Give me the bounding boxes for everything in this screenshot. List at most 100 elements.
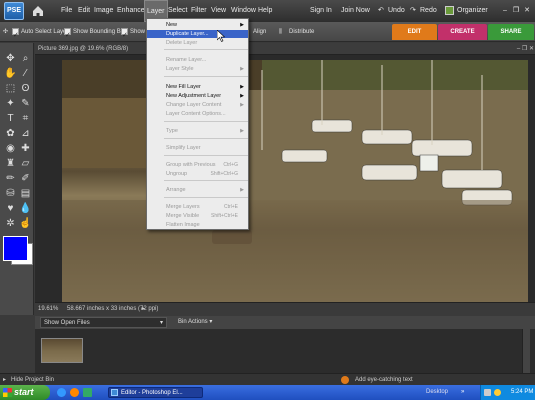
options-tool-icon[interactable]: ✣	[3, 22, 8, 42]
menu-item-merge-layers[interactable]: Merge Layers Ctrl+E	[147, 203, 248, 211]
clock: 5:24 PM	[511, 389, 534, 395]
restore-icon[interactable]: ❐	[511, 0, 521, 22]
marquee-tool-icon[interactable]: ⬚	[4, 82, 17, 95]
auto-select-checkbox[interactable]: Auto Select Layer	[12, 22, 69, 46]
selection-brush-tool-icon[interactable]: ✎	[19, 97, 32, 110]
submenu-arrow-icon: ▶	[240, 102, 244, 108]
ie-quicklaunch-icon[interactable]	[57, 388, 66, 397]
straighten-tool-icon[interactable]: ⊿	[19, 127, 32, 140]
foreground-color-swatch[interactable]	[3, 236, 28, 261]
menu-item-flatten-image[interactable]: Flatten Image	[147, 221, 248, 229]
menu-item-group-with-previous[interactable]: Group with Previous Ctrl+G	[147, 161, 248, 169]
join-now-link[interactable]: Join Now	[341, 0, 370, 22]
menu-item-arrange[interactable]: Arrange ▶	[147, 186, 248, 194]
photo-thumbnail[interactable]	[41, 338, 83, 363]
document-title: Picture 369.jpg @ 19.6% (RGB/8)	[38, 46, 129, 52]
menu-item-rename-layer[interactable]: Rename Layer...	[147, 56, 248, 64]
eraser-tool-icon[interactable]: ▱	[19, 157, 32, 170]
show-files-dropdown[interactable]: Show Open Files ▾	[40, 317, 167, 328]
menu-item-layer-content-options[interactable]: Layer Content Options...	[147, 110, 248, 118]
red-eye-tool-icon[interactable]: ◉	[4, 142, 17, 155]
bin-actions-button[interactable]: Bin Actions ▾	[178, 316, 212, 329]
windows-logo-icon	[3, 388, 12, 397]
menu-separator	[164, 180, 248, 181]
menu-item-new-fill-layer[interactable]: New Fill Layer ▶	[147, 83, 248, 91]
cookie-cutter-tool-icon[interactable]: ✿	[4, 127, 17, 140]
system-tray: 5:24 PM	[480, 385, 535, 400]
zoom-tool-icon[interactable]: ⌕	[19, 52, 32, 65]
menu-item-delete-layer[interactable]: Delete Layer	[147, 39, 248, 47]
redo-icon[interactable]: ↷	[410, 0, 416, 22]
menu-file[interactable]: File	[61, 0, 72, 22]
shape-tool-icon[interactable]: ♥	[4, 202, 17, 215]
taskbar-item-editor[interactable]: Editor - Photoshop El...	[108, 387, 203, 398]
menu-enhance[interactable]: Enhance	[117, 0, 145, 22]
desktop-toolbar-arrow-icon[interactable]: »	[461, 385, 464, 400]
menu-item-change-layer-content[interactable]: Change Layer Content ▶	[147, 101, 248, 109]
eyedropper-tool-icon[interactable]: ⁄	[19, 67, 32, 80]
gradient-tool-icon[interactable]: ▤	[19, 187, 32, 200]
tab-create[interactable]: CREATE	[438, 24, 487, 40]
desktop-toolbar[interactable]: Desktop	[426, 385, 448, 400]
harbor-photo[interactable]	[62, 60, 528, 302]
menu-item-simplify-layer[interactable]: Simplify Layer	[147, 144, 248, 152]
magic-wand-tool-icon[interactable]: ✦	[4, 97, 17, 110]
menu-help[interactable]: Help	[258, 0, 272, 22]
close-icon[interactable]: ✕	[522, 0, 532, 22]
menu-item-duplicate-layer[interactable]: Duplicate Layer...	[147, 30, 248, 38]
home-icon[interactable]	[31, 4, 45, 18]
network-tray-icon[interactable]	[484, 389, 491, 396]
info-arrow-icon[interactable]: ▸	[142, 303, 145, 315]
paint-bucket-tool-icon[interactable]: ⛁	[4, 187, 17, 200]
menu-item-layer-style[interactable]: Layer Style ▶	[147, 65, 248, 73]
lasso-tool-icon[interactable]: ʘ	[19, 82, 32, 95]
pencil-tool-icon[interactable]: ✏	[4, 172, 17, 185]
smudge-tool-icon[interactable]: ☝	[19, 217, 32, 230]
tab-share[interactable]: SHARE	[488, 24, 534, 40]
blur-tool-icon[interactable]: 💧	[19, 202, 32, 215]
distribute-icon[interactable]: ⫼	[279, 22, 282, 42]
sponge-tool-icon[interactable]: ✲	[4, 217, 17, 230]
crop-tool-icon[interactable]: ⌗	[19, 112, 32, 125]
explorer-quicklaunch-icon[interactable]	[83, 388, 92, 397]
document-window-controls[interactable]: – ❐ ✕	[494, 43, 534, 55]
type-tool-icon[interactable]: T	[4, 112, 17, 125]
hand-tool-icon[interactable]: ✋	[4, 67, 17, 80]
clone-stamp-tool-icon[interactable]: ♜	[4, 157, 17, 170]
menu-separator	[164, 121, 248, 122]
sign-in-link[interactable]: Sign In	[310, 0, 332, 22]
menu-item-type[interactable]: Type ▶	[147, 127, 248, 135]
show-bounding-box-label: Show Bounding Box	[73, 29, 128, 35]
show-highlight-checkbox[interactable]: Show	[121, 22, 145, 46]
bin-scrollbar[interactable]	[522, 329, 530, 373]
taskbar-item-label: Editor - Photoshop El...	[121, 390, 183, 396]
start-button[interactable]: start	[0, 385, 50, 400]
menu-image[interactable]: Image	[94, 0, 113, 22]
submenu-arrow-icon: ▶	[240, 22, 244, 28]
minimize-icon[interactable]: –	[500, 0, 510, 22]
auto-select-label: Auto Select Layer	[21, 29, 69, 35]
firefox-quicklaunch-icon[interactable]	[70, 388, 79, 397]
brush-tool-icon[interactable]: ✐	[19, 172, 32, 185]
align-button[interactable]: Align	[253, 22, 266, 42]
organizer-button[interactable]: Organizer	[457, 0, 488, 22]
move-tool-icon[interactable]: ✥	[4, 52, 17, 65]
submenu-arrow-icon: ▶	[240, 66, 244, 72]
menu-item-new-adjustment-layer[interactable]: New Adjustment Layer ▶	[147, 92, 248, 100]
healing-brush-tool-icon[interactable]: ✚	[19, 142, 32, 155]
menu-item-merge-visible[interactable]: Merge Visible Shift+Ctrl+E	[147, 212, 248, 220]
volume-tray-icon[interactable]	[494, 389, 501, 396]
tab-edit[interactable]: EDIT	[392, 24, 437, 40]
document-title-bar: Picture 369.jpg @ 19.6% (RGB/8)	[35, 43, 535, 55]
menu-item-ungroup[interactable]: Ungroup Shift+Ctrl+G	[147, 170, 248, 178]
distribute-button[interactable]: Distribute	[289, 22, 314, 42]
organizer-icon[interactable]	[445, 6, 454, 15]
show-bounding-box-checkbox[interactable]: Show Bounding Box	[64, 22, 128, 46]
menu-edit[interactable]: Edit	[78, 0, 90, 22]
menu-item-new[interactable]: New ▶	[147, 21, 248, 29]
undo-icon[interactable]: ↶	[378, 0, 384, 22]
undo-button[interactable]: Undo	[388, 0, 405, 22]
canvas-area[interactable]	[35, 55, 535, 302]
redo-button[interactable]: Redo	[420, 0, 437, 22]
submenu-arrow-icon: ▶	[240, 128, 244, 134]
